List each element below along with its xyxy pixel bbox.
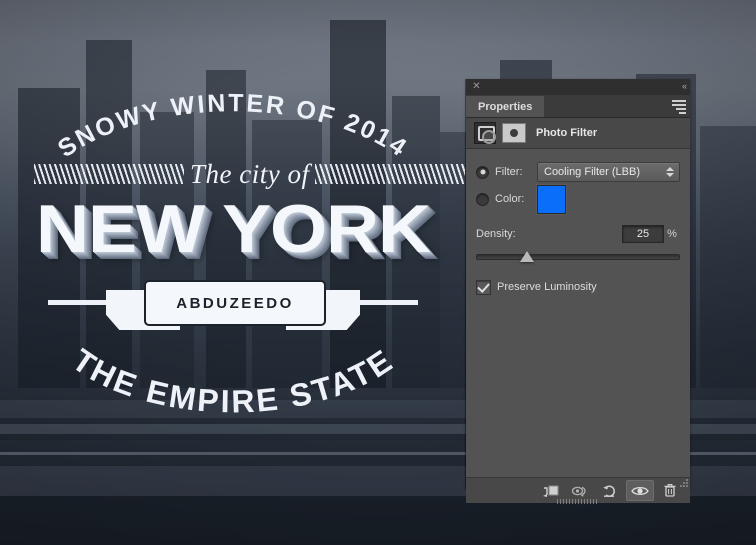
layer-mask-thumbnail[interactable] [502,123,526,143]
svg-text:SNOWY WINTER OF 2014: SNOWY WINTER OF 2014 [53,89,413,163]
panel-footer [466,477,690,504]
arc-bottom-text: THE EMPIRE STATE [0,340,466,420]
photo-filter-icon[interactable] [474,122,496,144]
adjustment-title: Photo Filter [536,127,598,139]
color-row: Color: [466,184,690,214]
filter-label: Filter: [495,166,523,178]
hatched-rule-right [315,164,466,184]
filter-select[interactable]: Cooling Filter (LBB) [537,162,680,182]
divider-rule-row: The city of [34,159,466,189]
preserve-luminosity-checkbox[interactable] [476,279,491,295]
hatched-rule-left [34,164,184,184]
visibility-eye-icon[interactable] [626,480,654,501]
collapse-to-icons-icon[interactable]: « [682,81,687,92]
ribbon-label: ABDUZEEDO [176,294,294,312]
reset-icon[interactable] [596,480,624,501]
properties-panel: ✕ « Properties Photo Filter Filter: Cool… [466,79,690,504]
density-row: Density: 25 % [466,224,690,244]
script-subtitle: The city of [190,158,310,189]
poster-main-title: NEW YORK [36,191,431,267]
poster-typography: SNOWY WINTER OF 2014 The city of NEW YOR… [0,0,466,545]
arc-bottom-label: THE EMPIRE STATE [66,342,398,420]
density-slider-thumb[interactable] [520,251,534,262]
clip-to-layer-icon[interactable] [536,480,564,501]
color-radio[interactable] [476,192,489,206]
ribbon-center: ABDUZEEDO [144,280,326,326]
density-slider[interactable] [476,251,680,265]
density-slider-track[interactable] [476,254,680,260]
toggle-previous-state-icon[interactable] [566,480,594,501]
chevron-updown-icon [666,167,674,177]
preserve-luminosity-label: Preserve Luminosity [497,281,597,293]
panel-corner-resize-handle[interactable] [679,478,689,488]
tab-properties[interactable]: Properties [466,96,545,117]
building-silhouette [700,126,756,388]
preserve-luminosity-row[interactable]: Preserve Luminosity [466,277,690,297]
filter-radio[interactable] [476,165,489,179]
filter-row: Filter: Cooling Filter (LBB) [466,161,690,183]
panel-titlebar: ✕ « [466,79,690,96]
adjustment-header: Photo Filter [466,118,690,149]
close-icon[interactable]: ✕ [471,81,482,92]
density-label: Density: [476,228,516,240]
color-swatch[interactable] [537,184,566,214]
screen: SNOWY WINTER OF 2014 The city of NEW YOR… [0,0,756,545]
density-input[interactable]: 25 [622,225,664,243]
panel-tab-row: Properties [466,96,690,118]
panel-body: Filter: Cooling Filter (LBB) Color: Dens… [466,149,690,477]
panel-menu-icon[interactable] [672,100,686,114]
svg-text:THE EMPIRE STATE: THE EMPIRE STATE [66,342,400,420]
density-unit: % [667,228,677,240]
arc-top-label: SNOWY WINTER OF 2014 [53,89,411,163]
tab-properties-label: Properties [478,100,533,113]
arc-top-text: SNOWY WINTER OF 2014 [0,89,466,163]
panel-resize-grip[interactable] [557,499,599,504]
filter-select-value: Cooling Filter (LBB) [544,166,640,178]
color-label: Color: [495,193,525,205]
ribbon-banner: ABDUZEEDO [40,280,426,338]
